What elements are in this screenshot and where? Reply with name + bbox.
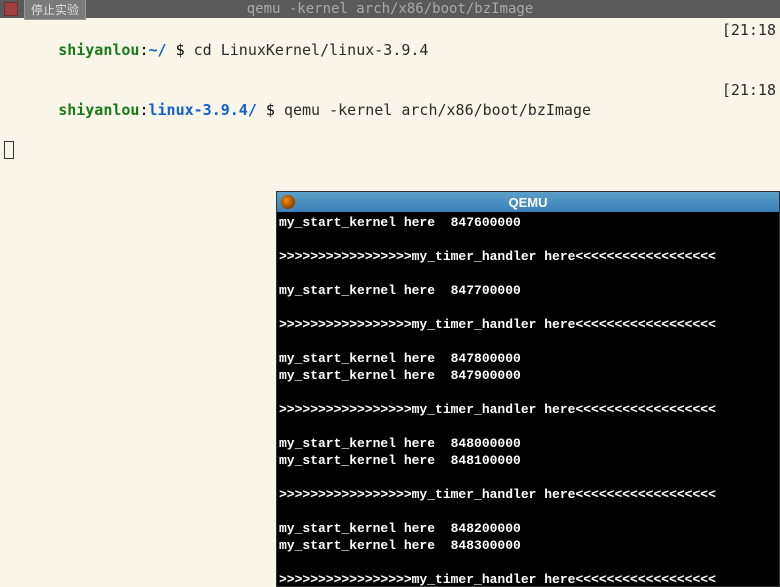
qemu-output-line: my_start_kernel here 848300000 [279,537,777,554]
qemu-output-line: my_start_kernel here 848000000 [279,435,777,452]
window-title: qemu -kernel arch/x86/boot/bzImage [247,1,534,17]
window-titlebar: 停止实验 qemu -kernel arch/x86/boot/bzImage [0,0,780,18]
cursor-icon [4,141,14,159]
prompt-user: shiyanlou [58,101,139,119]
qemu-output-line: my_start_kernel here 847700000 [279,282,777,299]
app-icon [4,2,18,16]
qemu-output-line [279,333,777,350]
qemu-output-line [279,418,777,435]
qemu-window-title: QEMU [509,195,548,210]
qemu-output-line: my_start_kernel here 848200000 [279,520,777,537]
qemu-output-line [279,231,777,248]
qemu-console: my_start_kernel here 847600000 >>>>>>>>>… [277,212,779,586]
terminal[interactable]: shiyanlou:~/ $ cd LinuxKernel/linux-3.9.… [0,18,780,162]
qemu-output-line [279,503,777,520]
command-text: cd LinuxKernel/linux-3.9.4 [194,41,429,59]
qemu-output-line: my_start_kernel here 847600000 [279,214,777,231]
qemu-output-line: my_start_kernel here 847800000 [279,350,777,367]
qemu-output-line: >>>>>>>>>>>>>>>>>my_timer_handler here<<… [279,248,777,265]
qemu-output-line: my_start_kernel here 848100000 [279,452,777,469]
qemu-window[interactable]: QEMU my_start_kernel here 847600000 >>>>… [276,191,780,587]
qemu-output-line: >>>>>>>>>>>>>>>>>my_timer_handler here<<… [279,571,777,586]
prompt-path: ~/ [149,41,167,59]
command-text: qemu -kernel arch/x86/boot/bzImage [284,101,591,119]
prompt-dollar: $ [257,101,284,119]
stop-experiment-button[interactable]: 停止实验 [24,0,86,20]
qemu-output-line: >>>>>>>>>>>>>>>>>my_timer_handler here<<… [279,401,777,418]
terminal-cursor-line [4,140,776,160]
prompt-user: shiyanlou [58,41,139,59]
qemu-output-line [279,554,777,571]
prompt-dollar: $ [167,41,194,59]
qemu-output-line [279,265,777,282]
timestamp: [21:18 [722,80,776,140]
qemu-output-line [279,384,777,401]
qemu-output-line [279,469,777,486]
qemu-output-line: >>>>>>>>>>>>>>>>>my_timer_handler here<<… [279,316,777,333]
qemu-app-icon [281,195,295,209]
qemu-titlebar[interactable]: QEMU [277,192,779,212]
qemu-output-line: >>>>>>>>>>>>>>>>>my_timer_handler here<<… [279,486,777,503]
timestamp: [21:18 [722,20,776,80]
terminal-line: shiyanlou:linux-3.9.4/ $ qemu -kernel ar… [4,80,776,140]
prompt-path: linux-3.9.4/ [149,101,257,119]
qemu-output-line: my_start_kernel here 847900000 [279,367,777,384]
prompt-separator: : [139,101,148,119]
qemu-output-line [279,299,777,316]
prompt-separator: : [139,41,148,59]
terminal-line: shiyanlou:~/ $ cd LinuxKernel/linux-3.9.… [4,20,776,80]
